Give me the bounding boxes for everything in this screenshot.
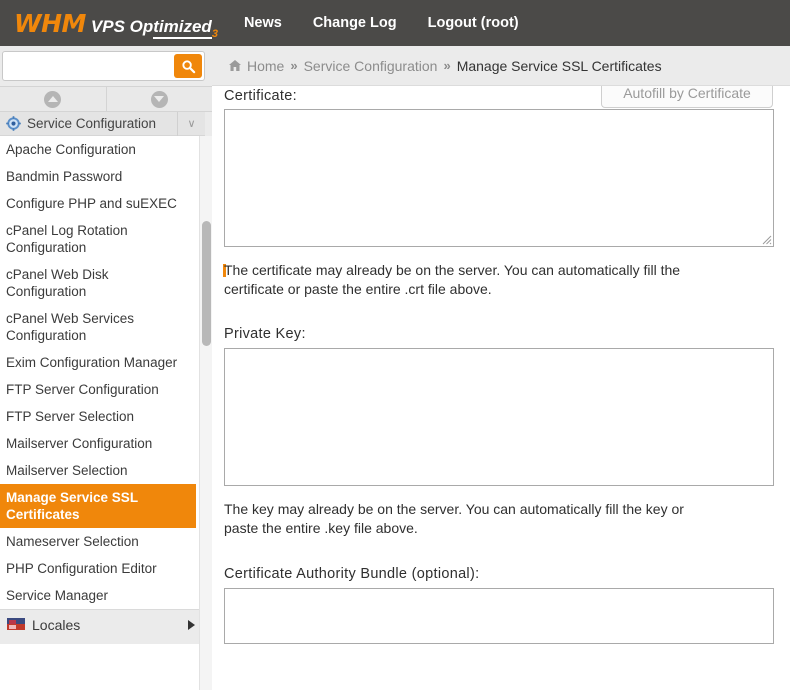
sidebar-group-label: Service Configuration [27,116,156,131]
sidebar-item-cpanel-log-rotation-configuration[interactable]: cPanel Log Rotation Configuration [0,217,196,261]
flag-icon [7,617,25,632]
chevron-up-circle-icon [44,91,61,108]
chevron-down-icon[interactable]: ∨ [177,112,205,136]
sidebar-group-locales[interactable]: Locales [0,609,205,639]
sidebar-item-exim-configuration-manager[interactable]: Exim Configuration Manager [0,349,196,376]
breadcrumb-item-service-configuration[interactable]: Service Configuration [304,58,438,74]
private-key-textarea[interactable] [224,348,774,486]
collapse-all-button[interactable] [0,87,106,111]
sidebar-group-service-configuration[interactable]: Service Configuration ∨ [0,112,205,136]
sidebar-item-ftp-server-configuration[interactable]: FTP Server Configuration [0,376,196,403]
autofill-by-certificate-button[interactable]: Autofill by Certificate [601,86,773,108]
sidebar-item-list: Apache Configuration Bandmin Password Co… [0,136,205,639]
certificate-textarea-wrap [224,109,774,247]
chevron-right-icon [188,620,195,630]
sidebar: Service Configuration ∨ Apache Configura… [0,46,212,644]
sidebar-item-cpanel-web-disk-configuration[interactable]: cPanel Web Disk Configuration [0,261,196,305]
logo-whm-text: WHM [14,9,86,38]
ca-bundle-textarea-wrap [224,588,774,644]
sidebar-item-manage-service-ssl-certificates[interactable]: Manage Service SSL Certificates [0,484,196,528]
sidebar-scrollbar-thumb[interactable] [202,221,211,346]
logo-vps-part-b: timized [153,17,212,39]
sidebar-item-bandmin-password[interactable]: Bandmin Password [0,163,196,190]
search-icon [181,59,196,74]
private-key-textarea-wrap [224,348,774,486]
sidebar-item-mailserver-configuration[interactable]: Mailserver Configuration [0,430,196,457]
certificate-help-text: The certificate may already be on the se… [224,261,719,299]
sidebar-item-nameserver-selection[interactable]: Nameserver Selection [0,528,196,555]
nav-change-log[interactable]: Change Log [313,15,397,31]
logo-version-superscript: 3 [212,28,218,40]
search-button[interactable] [174,54,202,78]
sidebar-search-row [0,46,212,86]
ca-bundle-label: Certificate Authority Bundle (optional): [224,566,479,582]
sidebar-item-php-configuration-editor[interactable]: PHP Configuration Editor [0,555,196,582]
sidebar-toggle-row [0,86,212,112]
gear-icon [6,116,21,131]
sidebar-item-mailserver-selection[interactable]: Mailserver Selection [0,457,196,484]
logo-vps-optimized-text: VPS Optimized [91,17,212,37]
private-key-help-text: The key may already be on the server. Yo… [224,500,714,538]
breadcrumb-item-current: Manage Service SSL Certificates [457,58,662,74]
search-box [2,51,205,81]
whm-logo[interactable]: WHM VPS Optimized 3 [14,9,218,38]
sidebar-item-service-manager[interactable]: Service Manager [0,582,196,609]
home-icon [228,59,242,72]
expand-all-button[interactable] [106,87,213,111]
search-input[interactable] [3,52,171,80]
certificate-label: Certificate: [224,88,297,104]
logo-vps-part-a: VPS Op [91,17,153,36]
sidebar-scrollbar-track[interactable] [199,136,212,690]
top-header: WHM VPS Optimized 3 News Change Log Logo… [0,0,790,46]
main-content: Autofill by Certificate Certificate: The… [212,86,790,644]
ca-bundle-textarea[interactable] [224,588,774,644]
breadcrumb: Home » Service Configuration » Manage Se… [212,46,790,86]
sidebar-item-cpanel-web-services-configuration[interactable]: cPanel Web Services Configuration [0,305,196,349]
breadcrumb-item-home[interactable]: Home [247,58,284,74]
sidebar-item-ftp-server-selection[interactable]: FTP Server Selection [0,403,196,430]
nav-logout[interactable]: Logout (root) [428,15,519,31]
private-key-label: Private Key: [224,326,306,342]
sidebar-item-configure-php-and-suexec[interactable]: Configure PHP and suEXEC [0,190,196,217]
nav-news[interactable]: News [244,15,282,31]
breadcrumb-separator: » [443,58,450,73]
chevron-down-circle-icon [151,91,168,108]
certificate-textarea[interactable] [224,109,774,247]
sidebar-group-label: Locales [32,617,80,633]
breadcrumb-separator: » [290,58,297,73]
sidebar-item-apache-configuration[interactable]: Apache Configuration [0,136,196,163]
